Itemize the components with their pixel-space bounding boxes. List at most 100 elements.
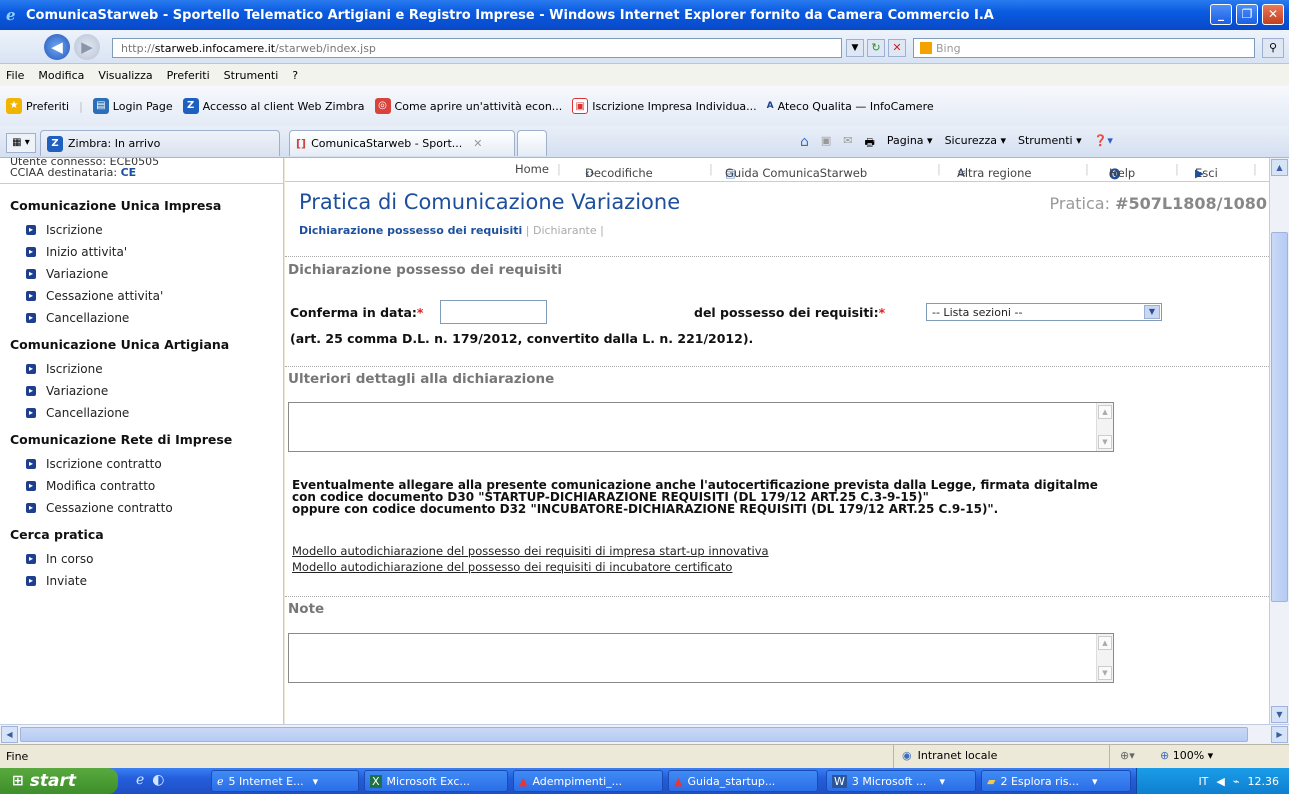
sidebar-item-artigiana-cancellazione[interactable]: ▸ Cancellazione <box>0 402 283 424</box>
back-button[interactable]: ◀ <box>44 34 70 60</box>
sidebar-item-iscrizione-contratto[interactable]: ▸ Iscrizione contratto <box>0 453 283 475</box>
mail-icon[interactable]: ✉ <box>843 134 852 153</box>
tab-zimbra[interactable]: Z Zimbra: In arrivo <box>40 130 280 156</box>
menu-help[interactable]: ? <box>292 69 298 82</box>
tray-expand-icon[interactable]: ◀ <box>1216 775 1224 788</box>
menu-preferiti[interactable]: Preferiti <box>167 69 210 82</box>
zoom-level[interactable]: ⊕ 100% ▾ <box>1160 749 1213 762</box>
sidebar: Utente connesso: ECE0505 CCIAA destinata… <box>0 158 284 724</box>
favorite-iscrizione[interactable]: ▣ Iscrizione Impresa Individua... <box>572 98 757 114</box>
task-internet-explorer[interactable]: ℯ5 Internet E... ▾ <box>211 770 359 792</box>
task-excel[interactable]: X Microsoft Exc... <box>364 770 508 792</box>
vertical-scroll-thumb[interactable] <box>1271 232 1288 602</box>
chevron-down-icon[interactable]: ▼ <box>1144 305 1160 319</box>
user-info: Utente connesso: ECE0505 CCIAA destinata… <box>0 158 283 184</box>
desktop-quick-icon[interactable]: ◐ <box>152 772 164 788</box>
command-pagina[interactable]: Pagina ▾ <box>887 134 933 153</box>
menu-visualizza[interactable]: Visualizza <box>98 69 152 82</box>
subtab-dichiarante[interactable]: Dichiarante <box>533 224 597 237</box>
language-indicator[interactable]: IT <box>1198 775 1208 788</box>
nav-home[interactable]: Home <box>515 162 549 176</box>
stop-icon[interactable]: ✕ <box>888 39 906 57</box>
textarea-scrollbar[interactable]: ▲ ▼ <box>1096 403 1113 451</box>
start-button[interactable]: ⊞ start <box>0 768 118 794</box>
status-text: Fine <box>6 750 29 763</box>
close-button[interactable]: ✕ <box>1262 4 1284 25</box>
sidebar-item-label: In corso <box>46 552 94 566</box>
minimize-button[interactable]: _ <box>1210 4 1232 25</box>
search-icon[interactable]: ⚲ <box>1262 38 1284 58</box>
note-textarea[interactable]: ▲ ▼ <box>288 633 1114 683</box>
vertical-scrollbar[interactable]: ▲ ▼ <box>1269 158 1289 724</box>
sidebar-item-inviate[interactable]: ▸ Inviate <box>0 570 283 592</box>
task-label: Microsoft Exc... <box>386 774 470 788</box>
forward-button[interactable]: ▶ <box>74 34 100 60</box>
home-icon[interactable]: ⌂ <box>800 134 809 153</box>
sezioni-select[interactable]: -- Lista sezioni -- ▼ <box>926 303 1162 321</box>
sidebar-item-artigiana-iscrizione[interactable]: ▸ Iscrizione <box>0 358 283 380</box>
sidebar-item-in-corso[interactable]: ▸ In corso <box>0 548 283 570</box>
task-adempimenti[interactable]: ▲ Adempimenti_... <box>513 770 663 792</box>
favorite-ateco[interactable]: A Ateco Qualita — InfoCamere <box>767 100 934 113</box>
address-input[interactable]: http://starweb.infocamere.it/starweb/ind… <box>112 38 842 58</box>
arrow-bullet-icon: ▸ <box>26 503 36 513</box>
task-guida-startup[interactable]: ▲ Guida_startup... <box>668 770 818 792</box>
favorite-zimbra[interactable]: Z Accesso al client Web Zimbra <box>182 98 365 114</box>
sidebar-item-cancellazione[interactable]: ▸ Cancellazione <box>0 307 283 329</box>
scroll-down-icon[interactable]: ▼ <box>1098 666 1112 680</box>
new-tab-button[interactable] <box>517 130 547 156</box>
sidebar-item-variazione[interactable]: ▸ Variazione <box>0 263 283 285</box>
favorites-button[interactable]: ★ Preferiti <box>6 98 69 114</box>
refresh-icon[interactable]: ↻ <box>867 39 885 57</box>
horizontal-scroll-thumb[interactable] <box>20 727 1248 742</box>
task-word[interactable]: W3 Microsoft ... ▾ <box>826 770 976 792</box>
scroll-up-icon[interactable]: ▲ <box>1271 159 1288 176</box>
task-explorer[interactable]: ▰ 2 Esplora ris... ▾ <box>981 770 1131 792</box>
protected-mode-icon[interactable]: ⊕▾ <box>1120 749 1135 762</box>
link-incubatore-modello[interactable]: Modello autodichiarazione del possesso d… <box>292 560 732 574</box>
sidebar-section-title: Comunicazione Rete di Imprese <box>10 432 233 447</box>
top-navigation: Home | ‹› Decodifiche | ▤ Guida Comunica… <box>285 158 1269 182</box>
scroll-down-icon[interactable]: ▼ <box>1271 706 1288 723</box>
textarea-scrollbar[interactable]: ▲ ▼ <box>1096 634 1113 682</box>
subtab-dichiarazione[interactable]: Dichiarazione possesso dei requisiti <box>299 224 522 237</box>
infocamere-icon: A <box>766 101 774 111</box>
link-startup-modello[interactable]: Modello autodichiarazione del possesso d… <box>292 544 769 558</box>
sidebar-item-cessazione-contratto[interactable]: ▸ Cessazione contratto <box>0 497 283 519</box>
menu-file[interactable]: File <box>6 69 24 82</box>
menu-strumenti[interactable]: Strumenti <box>224 69 279 82</box>
feeds-icon[interactable]: ▣ <box>821 134 831 153</box>
restore-button[interactable]: ❐ <box>1236 4 1258 25</box>
scroll-right-icon[interactable]: ▶ <box>1271 726 1288 743</box>
tab-comunicastarweb[interactable]: [] ComunicaStarweb - Sport... ✕ <box>289 130 515 156</box>
favorites-bar: ★ Preferiti | ▤ Login Page Z Accesso al cli… <box>0 86 1289 126</box>
sidebar-item-artigiana-variazione[interactable]: ▸ Variazione <box>0 380 283 402</box>
favorite-come-aprire[interactable]: ◎ Come aprire un'attività econ... <box>374 98 562 114</box>
task-label: 2 Esplora ris... <box>1000 774 1079 788</box>
art-reference: (art. 25 comma D.L. n. 179/2012, convert… <box>290 331 754 346</box>
sidebar-item-cessazione-attivita[interactable]: ▸ Cessazione attivita' <box>0 285 283 307</box>
scroll-up-icon[interactable]: ▲ <box>1098 636 1112 650</box>
help-icon[interactable]: ❓▾ <box>1094 134 1113 153</box>
dropdown-arrow-icon[interactable]: ▼ <box>846 39 864 57</box>
search-input[interactable]: Bing <box>913 38 1255 58</box>
command-strumenti[interactable]: Strumenti ▾ <box>1018 134 1082 153</box>
clock: 12.36 <box>1247 774 1280 788</box>
scroll-up-icon[interactable]: ▲ <box>1098 405 1112 419</box>
scroll-left-icon[interactable]: ◀ <box>1 726 18 743</box>
command-sicurezza[interactable]: Sicurezza ▾ <box>945 134 1006 153</box>
sidebar-item-iscrizione[interactable]: ▸ Iscrizione <box>0 219 283 241</box>
ie-quick-icon[interactable]: ℯ <box>136 772 144 788</box>
favorite-login-page[interactable]: ▤ Login Page <box>92 98 173 114</box>
quick-tabs-icon[interactable]: ▦ ▾ <box>6 133 36 153</box>
dettagli-textarea[interactable]: ▲ ▼ <box>288 402 1114 452</box>
close-tab-icon[interactable]: ✕ <box>473 137 482 150</box>
network-icon[interactable]: ⌁ <box>1233 775 1240 788</box>
menu-modifica[interactable]: Modifica <box>38 69 84 82</box>
conferma-date-input[interactable] <box>440 300 547 324</box>
sidebar-item-inizio-attivita[interactable]: ▸ Inizio attivita' <box>0 241 283 263</box>
scroll-down-icon[interactable]: ▼ <box>1098 435 1112 449</box>
print-icon[interactable]: 🖶 <box>865 134 875 153</box>
sidebar-item-modifica-contratto[interactable]: ▸ Modifica contratto <box>0 475 283 497</box>
horizontal-scrollbar[interactable]: ◀ ▶ <box>0 724 1289 744</box>
